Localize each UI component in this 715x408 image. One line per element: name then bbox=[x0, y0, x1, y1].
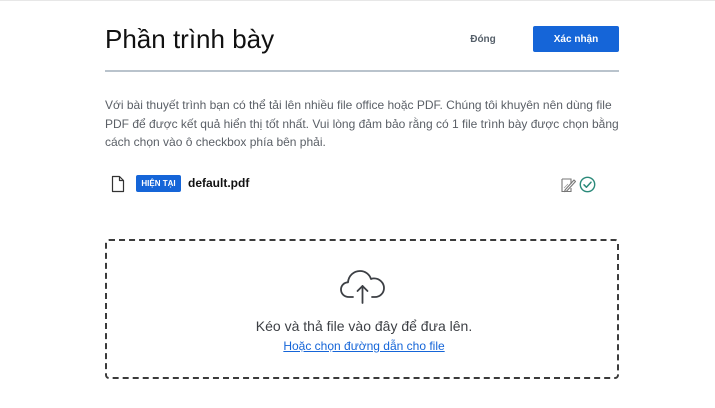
dialog-description: Với bài thuyết trình bạn có thể tải lên … bbox=[105, 98, 619, 149]
dialog-title: Phần trình bày bbox=[105, 24, 275, 54]
file-name: default.pdf bbox=[188, 176, 250, 190]
current-badge: HIỆN TẠI bbox=[136, 175, 181, 192]
close-button[interactable]: Đóng bbox=[449, 30, 517, 48]
file-icon bbox=[111, 175, 125, 193]
file-dropzone[interactable]: Kéo và thả file vào đây để đưa lên. Hoặc… bbox=[105, 239, 619, 379]
edit-icon[interactable] bbox=[560, 176, 577, 193]
dropzone-link-wrapper: Hoặc chọn đường dẫn cho file bbox=[107, 338, 621, 354]
file-list-item: HIỆN TẠI default.pdf bbox=[105, 172, 619, 196]
confirm-button[interactable]: Xác nhận bbox=[533, 26, 619, 52]
choose-file-link[interactable]: Hoặc chọn đường dẫn cho file bbox=[283, 339, 444, 353]
presentation-dialog: Phần trình bày Đóng Xác nhận Với bài thu… bbox=[105, 0, 619, 408]
cloud-upload-icon bbox=[339, 267, 387, 305]
dialog-header: Phần trình bày Đóng Xác nhận bbox=[105, 0, 619, 72]
check-circle-icon[interactable] bbox=[579, 176, 596, 193]
dropzone-text: Kéo và thả file vào đây để đưa lên. bbox=[255, 318, 473, 334]
